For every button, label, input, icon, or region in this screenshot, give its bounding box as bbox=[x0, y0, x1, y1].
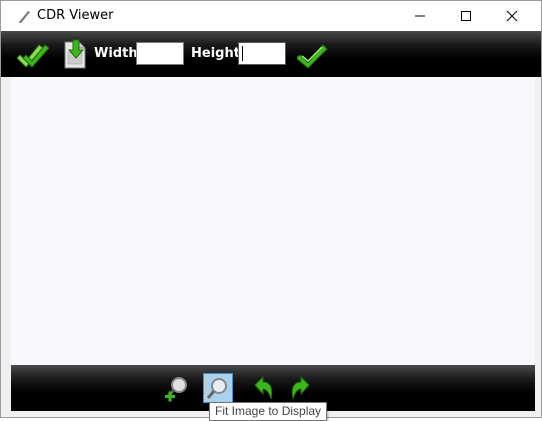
close-button[interactable] bbox=[489, 1, 535, 31]
text-caret bbox=[242, 46, 243, 61]
zoom-in-icon bbox=[165, 377, 187, 402]
app-window: CDR Viewer Width Height Fit Image to Dis… bbox=[0, 0, 542, 421]
maximize-icon bbox=[461, 11, 471, 21]
double-check-icon[interactable] bbox=[17, 39, 49, 71]
height-label: Height bbox=[191, 46, 240, 61]
apply-check-icon[interactable] bbox=[297, 39, 329, 71]
maximize-button[interactable] bbox=[443, 1, 489, 31]
pen-icon bbox=[19, 11, 30, 23]
fit-image-button[interactable] bbox=[203, 373, 233, 403]
rotate-right-button[interactable] bbox=[287, 373, 317, 403]
image-display-area[interactable] bbox=[11, 77, 535, 365]
top-toolbar: Width Height bbox=[1, 31, 541, 77]
close-icon bbox=[506, 10, 518, 22]
minimize-icon bbox=[415, 15, 425, 17]
minimize-button[interactable] bbox=[397, 1, 443, 31]
tooltip: Fit Image to Display bbox=[209, 402, 328, 421]
height-input[interactable] bbox=[238, 42, 286, 65]
zoom-in-button[interactable] bbox=[163, 373, 193, 403]
magnifier-icon bbox=[206, 378, 227, 399]
width-label: Width bbox=[94, 46, 138, 61]
save-document-icon[interactable] bbox=[59, 38, 91, 70]
window-title: CDR Viewer bbox=[37, 8, 114, 23]
title-bar: CDR Viewer bbox=[1, 1, 541, 31]
rotate-right-icon bbox=[291, 375, 310, 400]
width-input[interactable] bbox=[136, 42, 184, 65]
rotate-left-icon bbox=[254, 375, 273, 400]
rotate-left-button[interactable] bbox=[247, 373, 277, 403]
